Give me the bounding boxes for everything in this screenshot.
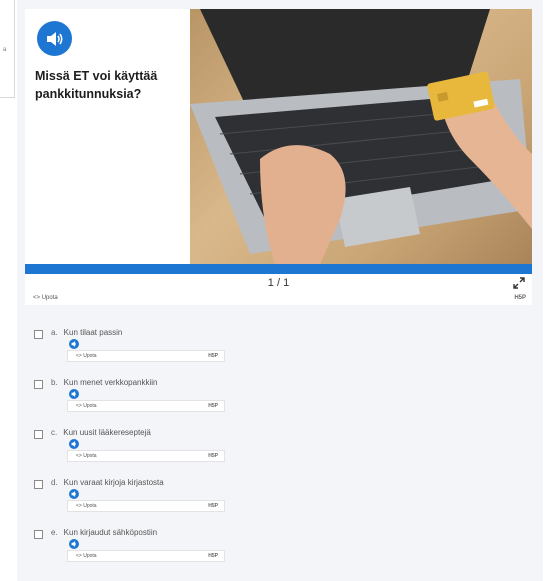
embed-button[interactable]: <> Upota [76,403,97,409]
option-label: a. Kun tilaat passin [51,328,122,337]
h5p-logo: H5P [208,553,218,559]
embed-button[interactable]: <> Upota [76,553,97,559]
embed-label: Upota [83,553,97,559]
option-text: Kun kirjaudut sähköpostiin [63,528,158,537]
option-label: d. Kun varaat kirjoja kirjastosta [51,478,164,487]
option-utility-bar: <> Upota H5P [67,350,225,362]
slide-progress-fill [25,264,532,274]
option-audio-button[interactable] [69,439,79,449]
checkbox[interactable] [34,430,43,439]
slide: Missä ET voi käyttää pankkitunnuksia? [25,9,532,264]
left-frame: a [0,0,15,98]
checkbox[interactable] [34,380,43,389]
left-frame-text: a [3,47,7,53]
embed-label: Upota [83,453,97,459]
option-letter: e. [51,528,58,537]
option-text: Kun uusit lääkereseptejä [63,428,151,437]
option-letter: d. [51,478,58,487]
option-utility-bar: <> Upota H5P [67,550,225,562]
option-audio-button[interactable] [69,339,79,349]
checkbox[interactable] [34,480,43,489]
answer-option[interactable]: b. Kun menet verkkopankkiin <> Upota H5P [34,376,234,420]
answer-option[interactable]: d. Kun varaat kirjoja kirjastosta <> Upot… [34,476,234,520]
checkbox[interactable] [34,530,43,539]
slide-progress-bar [25,264,532,274]
slide-utility-bar: <> Upota H5P [25,293,532,305]
h5p-logo: H5P [208,353,218,359]
option-letter: b. [51,378,58,387]
speaker-icon [46,31,63,46]
option-label: c. Kun uusit lääkereseptejä [51,428,151,437]
speaker-icon [71,341,76,347]
option-text: Kun menet verkkopankkiin [63,378,158,387]
slide-text-area: Missä ET voi käyttää pankkitunnuksia? [25,9,190,264]
speaker-icon [71,391,76,397]
embed-button[interactable]: <> Upota [76,353,97,359]
audio-button[interactable] [37,21,72,56]
h5p-logo: H5P [208,453,218,459]
slide-footer: 1 / 1 [25,274,532,294]
option-utility-bar: <> Upota H5P [67,500,225,512]
question-text: Missä ET voi käyttää pankkitunnuksia? [35,69,158,101]
speaker-icon [71,491,76,497]
h5p-logo: H5P [208,403,218,409]
option-audio-button[interactable] [69,489,79,499]
answer-option[interactable]: e. Kun kirjaudut sähköpostiin <> Upota H5… [34,526,234,570]
h5p-logo: H5P [514,295,526,301]
embed-label: Upota [41,295,58,301]
option-audio-button[interactable] [69,389,79,399]
speaker-icon [71,541,76,547]
fullscreen-icon[interactable] [512,276,526,290]
embed-label: Upota [83,353,97,359]
embed-button[interactable]: <> Upota [76,503,97,509]
slide-counter: 1 / 1 [267,277,290,289]
option-letter: a. [51,328,58,337]
option-utility-bar: <> Upota H5P [67,450,225,462]
embed-label: Upota [83,503,97,509]
option-letter: c. [51,428,58,437]
answer-option[interactable]: a. Kun tilaat passin <> Upota H5P [34,326,234,370]
option-audio-button[interactable] [69,539,79,549]
embed-label: Upota [83,403,97,409]
h5p-logo: H5P [208,503,218,509]
code-icon: <> [33,295,41,301]
option-text: Kun tilaat passin [63,328,123,337]
laptop-photo [190,9,532,264]
option-text: Kun varaat kirjoja kirjastosta [63,478,164,487]
option-label: b. Kun menet verkkopankkiin [51,378,158,387]
answer-option[interactable]: c. Kun uusit lääkereseptejä <> Upota H5P [34,426,234,470]
option-utility-bar: <> Upota H5P [67,400,225,412]
option-label: e. Kun kirjaudut sähköpostiin [51,528,157,537]
speaker-icon [71,441,76,447]
embed-button[interactable]: <> Upota [76,453,97,459]
embed-button[interactable]: <> Upota [33,295,58,301]
checkbox[interactable] [34,330,43,339]
